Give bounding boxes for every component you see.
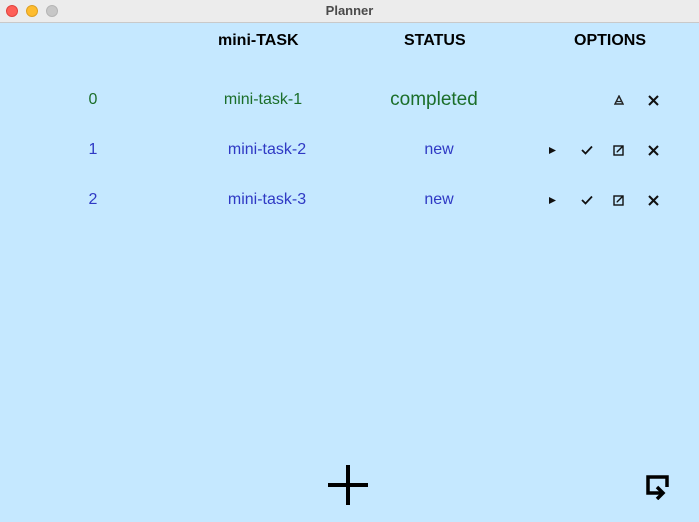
delete-icon[interactable] xyxy=(645,142,661,158)
add-icon[interactable] xyxy=(327,464,369,511)
revert-icon[interactable] xyxy=(611,92,627,108)
title-bar: Planner xyxy=(0,0,699,23)
planner-window: Planner mini-TASK STATUS OPTIONS 0 mini-… xyxy=(0,0,699,522)
start-icon[interactable] xyxy=(544,142,560,158)
column-header-status: STATUS xyxy=(404,32,466,49)
task-index: 0 xyxy=(88,91,98,108)
complete-icon[interactable] xyxy=(579,142,595,158)
edit-icon[interactable] xyxy=(611,192,627,208)
task-status: new xyxy=(424,141,454,158)
edit-icon[interactable] xyxy=(611,142,627,158)
task-name: mini-task-2 xyxy=(227,141,307,158)
start-icon[interactable] xyxy=(544,192,560,208)
column-header-options: OPTIONS xyxy=(574,32,647,49)
window-title: Planner xyxy=(325,3,374,18)
task-index: 2 xyxy=(88,191,98,208)
exit-icon[interactable] xyxy=(645,474,671,505)
task-index: 1 xyxy=(88,141,98,158)
column-header-task: mini-TASK xyxy=(218,32,299,49)
delete-icon[interactable] xyxy=(645,192,661,208)
task-status: completed xyxy=(390,89,478,110)
task-name: mini-task-3 xyxy=(227,191,307,208)
complete-icon[interactable] xyxy=(579,192,595,208)
planner-content: mini-TASK STATUS OPTIONS 0 mini-task-1 c… xyxy=(0,23,699,522)
task-status: new xyxy=(424,191,454,208)
task-name: mini-task-1 xyxy=(223,91,303,108)
delete-icon[interactable] xyxy=(645,92,661,108)
